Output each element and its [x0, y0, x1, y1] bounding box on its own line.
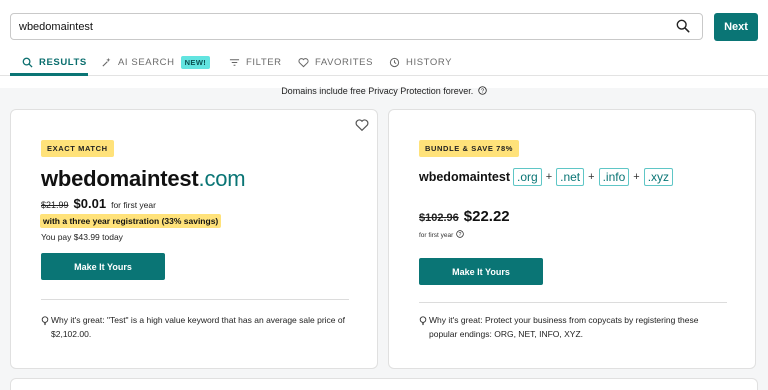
search-box[interactable]: [10, 13, 703, 40]
search-input[interactable]: [19, 14, 659, 39]
help-icon[interactable]: ?: [456, 230, 464, 238]
new-badge: NEW!: [180, 55, 211, 69]
current-price: $0.01: [73, 196, 107, 211]
tld-xyz: .xyz: [643, 168, 674, 186]
bundle-tag: BUNDLE & SAVE 78%: [419, 140, 519, 157]
lightbulb-icon: [41, 316, 49, 326]
price-note: for first year: [111, 200, 156, 210]
privacy-note-text: Domains include free Privacy Protection …: [281, 86, 474, 96]
bundle-first-year: for first year ?: [419, 230, 464, 239]
filter-icon: [229, 58, 240, 66]
tab-ai-search[interactable]: AI SEARCH NEW!: [101, 48, 211, 76]
next-result-card: [10, 378, 758, 390]
plus-sign: +: [633, 171, 640, 183]
bundle-current-price: $22.22: [463, 208, 510, 225]
tld-net: .net: [556, 168, 585, 186]
tab-history-label: HISTORY: [406, 56, 453, 68]
old-price: $21.99: [41, 200, 69, 210]
bundle-price-note: for first year: [419, 232, 454, 239]
privacy-note: Domains include free Privacy Protection …: [0, 86, 768, 96]
active-tab-indicator: [10, 73, 88, 76]
history-icon: [389, 57, 400, 67]
tab-filter-label: FILTER: [246, 56, 282, 68]
tab-favorites-label: FAVORITES: [315, 56, 374, 68]
you-pay-today: You pay $43.99 today: [41, 232, 123, 242]
why-text: Why it's great: "Test" is a high value k…: [51, 315, 345, 339]
tld-org: .org: [513, 168, 542, 186]
plus-sign: +: [545, 171, 553, 183]
make-it-yours-button[interactable]: Make It Yours: [419, 258, 543, 285]
next-button[interactable]: Next: [714, 13, 758, 41]
tab-results[interactable]: RESULTS: [22, 48, 87, 76]
bundle-price-row: $102.96 $22.22: [419, 208, 510, 225]
divider: [41, 299, 349, 300]
tld-info: .info: [598, 168, 630, 186]
domain-tld: .com: [198, 166, 246, 191]
price-row: $21.99 $0.01 for first year: [41, 196, 156, 211]
why-text: Why it's great: Protect your business fr…: [429, 315, 699, 339]
search-icon[interactable]: [676, 19, 690, 33]
tab-results-label: RESULTS: [39, 56, 87, 68]
exact-match-tag: EXACT MATCH: [41, 140, 114, 157]
plus-sign: +: [588, 171, 595, 183]
tab-history[interactable]: HISTORY: [389, 48, 452, 76]
savings-highlight: with a three year registration (33% savi…: [40, 214, 222, 228]
favorite-heart-icon[interactable]: [355, 118, 369, 132]
tab-ai-search-label: AI SEARCH: [118, 56, 175, 68]
top-bar: Next RESULTS AI SEARCH NEW! FILTER FAVOR…: [0, 0, 768, 88]
ai-sparkle-icon: [102, 57, 111, 67]
make-it-yours-button[interactable]: Make It Yours: [41, 253, 165, 280]
bundle-card: BUNDLE & SAVE 78% wbedomaintest .org + .…: [388, 109, 756, 369]
bundle-sld: wbedomaintest: [419, 170, 510, 184]
tab-filter[interactable]: FILTER: [229, 48, 282, 76]
svg-text:?: ?: [459, 232, 462, 238]
search-icon: [22, 57, 33, 68]
why-its-great: Why it's great: "Test" is a high value k…: [41, 313, 351, 341]
lightbulb-icon: [419, 316, 427, 326]
heart-icon: [298, 57, 309, 67]
domain-sld: wbedomaintest: [41, 166, 199, 191]
why-its-great: Why it's great: Protect your business fr…: [419, 313, 729, 341]
divider: [419, 302, 727, 303]
exact-match-card: EXACT MATCH wbedomaintest.com $21.99 $0.…: [10, 109, 378, 369]
search-tabs: RESULTS AI SEARCH NEW! FILTER FAVORITES …: [0, 48, 768, 76]
domain-name: wbedomaintest.com: [41, 166, 246, 192]
help-icon[interactable]: ?: [478, 86, 487, 95]
tab-favorites[interactable]: FAVORITES: [298, 48, 373, 76]
bundle-domains: wbedomaintest .org + .net + .info + .xyz: [419, 168, 674, 186]
bundle-old-price: $102.96: [419, 212, 459, 224]
